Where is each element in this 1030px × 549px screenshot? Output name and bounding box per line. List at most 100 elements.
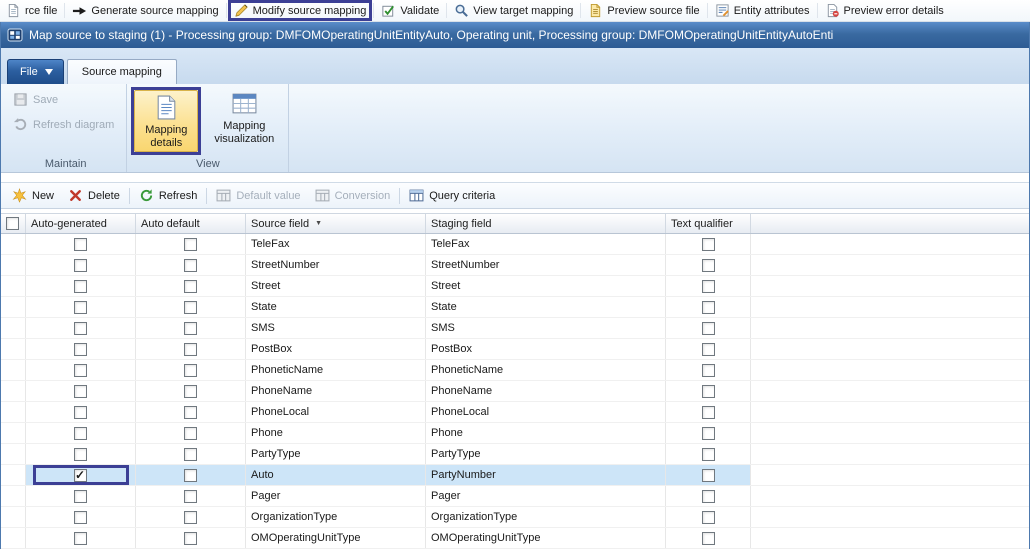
- row-selector[interactable]: [1, 507, 26, 527]
- text-qualifier-checkbox[interactable]: [702, 427, 715, 440]
- staging-field-cell[interactable]: OrganizationType: [426, 507, 666, 527]
- row-selector[interactable]: [1, 486, 26, 506]
- source-field-cell[interactable]: StreetNumber: [246, 255, 426, 275]
- auto-generated-checkbox[interactable]: [74, 448, 87, 461]
- mapping-visualization-button[interactable]: Mapping visualization: [204, 87, 284, 149]
- staging-field-cell[interactable]: State: [426, 297, 666, 317]
- auto-default-checkbox[interactable]: [184, 427, 197, 440]
- table-row[interactable]: PhoneNamePhoneName: [1, 381, 1029, 402]
- window-titlebar[interactable]: Map source to staging (1) - Processing g…: [1, 22, 1029, 48]
- table-row[interactable]: PagerPager: [1, 486, 1029, 507]
- text-qualifier-checkbox[interactable]: [702, 343, 715, 356]
- text-qualifier-checkbox[interactable]: [702, 406, 715, 419]
- table-row[interactable]: TeleFaxTeleFax: [1, 234, 1029, 255]
- auto-default-checkbox[interactable]: [184, 280, 197, 293]
- auto-default-checkbox[interactable]: [184, 343, 197, 356]
- table-row[interactable]: StateState: [1, 297, 1029, 318]
- text-qualifier-checkbox[interactable]: [702, 238, 715, 251]
- text-qualifier-checkbox[interactable]: [702, 301, 715, 314]
- file-menu-button[interactable]: File: [7, 59, 64, 84]
- auto-generated-checkbox[interactable]: [74, 406, 87, 419]
- staging-field-cell[interactable]: PhoneName: [426, 381, 666, 401]
- auto-generated-checkbox[interactable]: [74, 238, 87, 251]
- text-qualifier-checkbox[interactable]: [702, 490, 715, 503]
- auto-generated-checkbox[interactable]: [74, 385, 87, 398]
- toolbar-item-preview-error-details[interactable]: Preview error details: [819, 0, 950, 21]
- new-button[interactable]: New: [5, 186, 61, 205]
- text-qualifier-checkbox[interactable]: [702, 322, 715, 335]
- source-field-cell[interactable]: State: [246, 297, 426, 317]
- auto-default-checkbox[interactable]: [184, 301, 197, 314]
- auto-generated-checkbox[interactable]: [74, 364, 87, 377]
- source-field-cell[interactable]: OrganizationType: [246, 507, 426, 527]
- auto-generated-checkbox[interactable]: [74, 343, 87, 356]
- auto-default-checkbox[interactable]: [184, 490, 197, 503]
- source-field-cell[interactable]: PhoneLocal: [246, 402, 426, 422]
- text-qualifier-checkbox[interactable]: [702, 448, 715, 461]
- auto-default-checkbox[interactable]: [184, 532, 197, 545]
- source-field-cell[interactable]: Street: [246, 276, 426, 296]
- table-row[interactable]: StreetNumberStreetNumber: [1, 255, 1029, 276]
- auto-default-checkbox[interactable]: [184, 259, 197, 272]
- toolbar-item-validate[interactable]: Validate: [375, 0, 445, 21]
- staging-field-cell[interactable]: PhoneticName: [426, 360, 666, 380]
- select-all-header-cell[interactable]: [1, 214, 26, 233]
- auto-generated-checkbox[interactable]: [74, 280, 87, 293]
- staging-field-cell[interactable]: TeleFax: [426, 234, 666, 254]
- source-field-cell[interactable]: OMOperatingUnitType: [246, 528, 426, 548]
- mapping-details-button[interactable]: Mapping details: [134, 90, 198, 152]
- row-selector[interactable]: [1, 528, 26, 548]
- row-selector[interactable]: [1, 255, 26, 275]
- table-row[interactable]: SMSSMS: [1, 318, 1029, 339]
- auto-default-checkbox[interactable]: [184, 469, 197, 482]
- auto-default-checkbox[interactable]: [184, 385, 197, 398]
- auto-generated-checkbox[interactable]: [74, 427, 87, 440]
- row-selector[interactable]: [1, 444, 26, 464]
- staging-field-cell[interactable]: PhoneLocal: [426, 402, 666, 422]
- auto-default-checkbox[interactable]: [184, 448, 197, 461]
- row-selector[interactable]: [1, 297, 26, 317]
- auto-default-checkbox[interactable]: [184, 322, 197, 335]
- refresh-diagram-button[interactable]: Refresh diagram: [13, 115, 114, 134]
- toolbar-item-source-file[interactable]: rce file: [0, 0, 63, 21]
- staging-field-cell[interactable]: Pager: [426, 486, 666, 506]
- delete-button[interactable]: Delete: [61, 186, 127, 205]
- auto-generated-checkbox[interactable]: [74, 511, 87, 524]
- table-row[interactable]: StreetStreet: [1, 276, 1029, 297]
- column-header-staging-field[interactable]: Staging field: [426, 214, 666, 233]
- auto-generated-checkbox[interactable]: [74, 322, 87, 335]
- column-header-auto-generated[interactable]: Auto-generated: [26, 214, 136, 233]
- row-selector[interactable]: [1, 423, 26, 443]
- toolbar-item-view-target-mapping[interactable]: View target mapping: [448, 0, 579, 21]
- toolbar-item-modify-source-mapping[interactable]: Modify source mapping: [228, 0, 373, 21]
- text-qualifier-checkbox[interactable]: [702, 469, 715, 482]
- source-field-cell[interactable]: PartyType: [246, 444, 426, 464]
- auto-default-checkbox[interactable]: [184, 406, 197, 419]
- toolbar-item-entity-attributes[interactable]: Entity attributes: [709, 0, 816, 21]
- source-field-cell[interactable]: PhoneticName: [246, 360, 426, 380]
- auto-default-checkbox[interactable]: [184, 364, 197, 377]
- row-selector[interactable]: [1, 402, 26, 422]
- text-qualifier-checkbox[interactable]: [702, 280, 715, 293]
- row-selector[interactable]: [1, 465, 26, 485]
- table-row[interactable]: PhonePhone: [1, 423, 1029, 444]
- column-header-source-field[interactable]: Source field▼: [246, 214, 426, 233]
- text-qualifier-checkbox[interactable]: [702, 259, 715, 272]
- staging-field-cell[interactable]: PartyType: [426, 444, 666, 464]
- column-header-text-qualifier[interactable]: Text qualifier: [666, 214, 751, 233]
- text-qualifier-checkbox[interactable]: [702, 532, 715, 545]
- table-row[interactable]: AutoPartyNumber: [1, 465, 1029, 486]
- auto-default-checkbox[interactable]: [184, 238, 197, 251]
- table-row[interactable]: OMOperatingUnitTypeOMOperatingUnitType: [1, 528, 1029, 549]
- auto-generated-checkbox[interactable]: [74, 532, 87, 545]
- toolbar-item-preview-source-file[interactable]: Preview source file: [582, 0, 705, 21]
- auto-generated-checkbox[interactable]: [74, 490, 87, 503]
- conversion-button[interactable]: Conversion: [308, 186, 398, 205]
- text-qualifier-checkbox[interactable]: [702, 511, 715, 524]
- staging-field-cell[interactable]: Street: [426, 276, 666, 296]
- row-selector[interactable]: [1, 360, 26, 380]
- staging-field-cell[interactable]: PartyNumber: [426, 465, 666, 485]
- table-row[interactable]: PartyTypePartyType: [1, 444, 1029, 465]
- source-field-cell[interactable]: Auto: [246, 465, 426, 485]
- text-qualifier-checkbox[interactable]: [702, 385, 715, 398]
